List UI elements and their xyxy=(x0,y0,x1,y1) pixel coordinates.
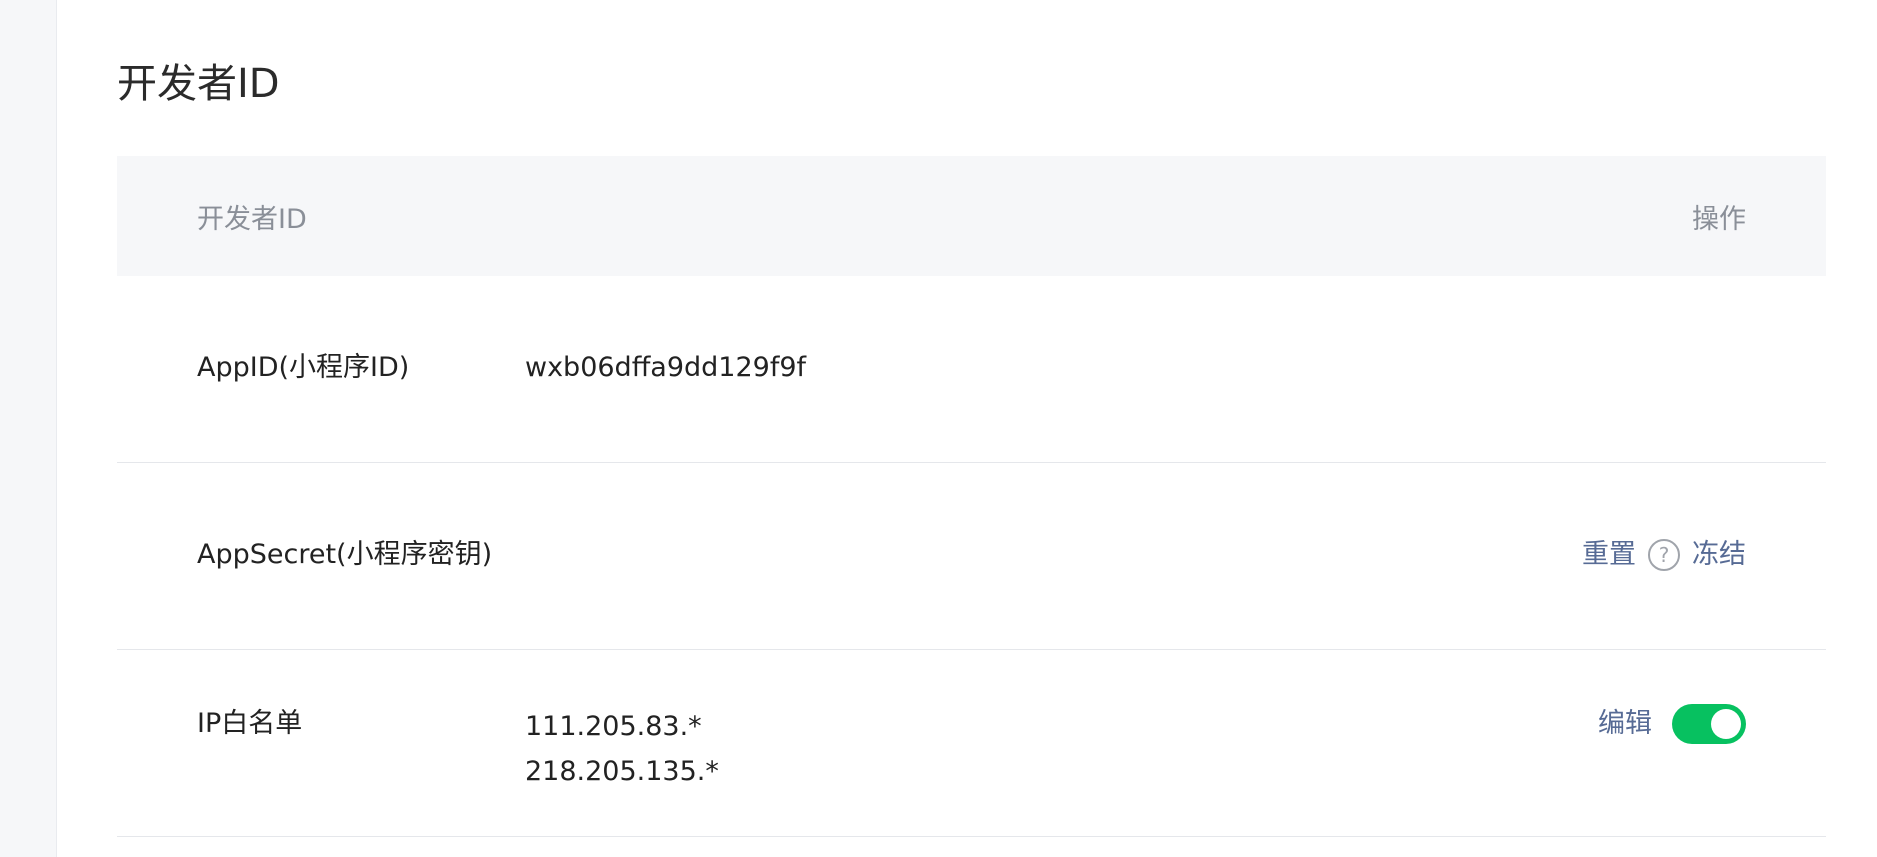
appsecret-label: AppSecret(小程序密钥) xyxy=(197,539,493,570)
table-row-ip-whitelist: IP白名单 111.205.83.* 218.205.135.* 编辑 xyxy=(117,650,1826,837)
table-row-appsecret: AppSecret(小程序密钥) 重置 ? 冻结 xyxy=(117,463,1826,650)
reset-button[interactable]: 重置 xyxy=(1582,535,1636,575)
freeze-button[interactable]: 冻结 xyxy=(1692,535,1746,575)
ip-whitelist-values: 111.205.83.* 218.205.135.* xyxy=(525,704,719,794)
left-sidebar-rail xyxy=(0,0,57,857)
appsecret-actions: 重置 ? 冻结 xyxy=(1582,535,1746,575)
main-content: 开发者ID 开发者ID 操作 AppID(小程序ID) wxb06dffa9dd… xyxy=(117,0,1826,857)
toggle-knob xyxy=(1711,709,1741,739)
appid-label: AppID(小程序ID) xyxy=(197,352,410,383)
developer-id-table: 开发者ID 操作 AppID(小程序ID) wxb06dffa9dd129f9f… xyxy=(117,156,1826,837)
ip-whitelist-label: IP白名单 xyxy=(197,708,303,739)
page-title: 开发者ID xyxy=(117,61,280,107)
ip-whitelist-toggle[interactable] xyxy=(1672,704,1746,744)
table-header: 开发者ID 操作 xyxy=(117,156,1826,276)
appid-value: wxb06dffa9dd129f9f xyxy=(525,352,807,383)
edit-button[interactable]: 编辑 xyxy=(1598,704,1652,744)
page: 开发者ID 开发者ID 操作 AppID(小程序ID) wxb06dffa9dd… xyxy=(0,0,1877,857)
ip-entry: 218.205.135.* xyxy=(525,756,719,787)
header-actions: 操作 xyxy=(1692,203,1746,235)
table-row-appid: AppID(小程序ID) wxb06dffa9dd129f9f xyxy=(117,276,1826,463)
header-developer-id: 开发者ID xyxy=(197,203,307,235)
question-circle-icon[interactable]: ? xyxy=(1648,539,1680,571)
ip-whitelist-actions: 编辑 xyxy=(1598,704,1746,744)
ip-entry: 111.205.83.* xyxy=(525,711,702,742)
